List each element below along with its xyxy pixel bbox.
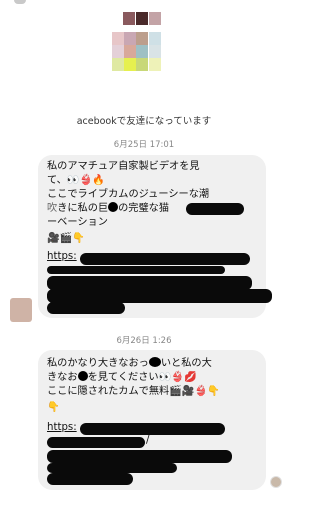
message-text-line: ーベーション <box>47 217 108 228</box>
message-text-fragment: の完璧な猫 <box>118 203 170 214</box>
redaction-bar <box>47 463 177 473</box>
redaction-bar <box>47 276 252 290</box>
message-text-line: きなお を見てください👀👙💋 <box>47 371 197 385</box>
friend-notice: acebookで友達になっています <box>76 116 212 127</box>
message-text-fragment: きに私の巨 <box>57 203 109 214</box>
message-text-line: 私のアマチュア自家製ビデオを見 <box>47 161 200 172</box>
redaction-dot <box>108 202 119 212</box>
redaction-dot <box>77 371 88 381</box>
message-text-fragment: きなお <box>47 372 78 383</box>
redaction-bar <box>47 450 232 463</box>
redaction-bar <box>186 203 244 215</box>
message-text-fragment: 吹 <box>47 203 58 214</box>
message-text-line: て、👀👙🔥 <box>47 175 105 186</box>
message-timestamp: 6月26日 1:26 <box>116 336 172 346</box>
message-text-line: / <box>146 435 150 446</box>
message-text-line: ここに隠されたカムで無料🎬🎥👙👇 <box>47 386 220 397</box>
redaction-bar <box>47 266 225 274</box>
redaction-dot <box>148 357 161 367</box>
redaction-bar <box>80 423 225 435</box>
message-text-fragment: いと私の大 <box>160 358 212 369</box>
sender-avatar[interactable] <box>10 298 32 322</box>
message-text-line: ここでライブカムのジューシーな潮 <box>47 189 210 200</box>
message-timestamp: 6月25日 17:01 <box>113 140 175 150</box>
message-link[interactable]: https: <box>47 421 77 435</box>
message-text-fragment: を見てください👀👙💋 <box>87 372 197 383</box>
avatar-fragment <box>14 0 26 4</box>
redaction-bar <box>47 289 272 303</box>
redaction-bar <box>47 302 125 314</box>
redaction-bar <box>47 437 145 448</box>
profile-picture <box>112 12 176 82</box>
message-text-line: 吹きに私の巨 の完璧な猫 <box>47 202 169 216</box>
message-text-fragment: 私のかなり大きなおっ <box>47 358 149 369</box>
redaction-bar <box>80 253 250 265</box>
message-link[interactable]: https: <box>47 250 77 264</box>
redaction-bar <box>47 473 133 485</box>
message-text-line: 私のかなり大きなおっ いと私の大 <box>47 357 212 371</box>
message-text-line: 🎥🎬👇 <box>47 233 86 244</box>
seen-avatar-icon <box>270 476 282 488</box>
message-text-line: 👇 <box>47 402 60 413</box>
